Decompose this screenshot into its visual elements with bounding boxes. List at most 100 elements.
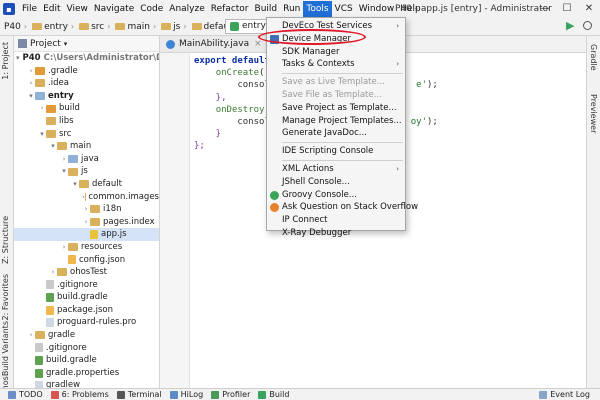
chevron-right-icon[interactable]: › bbox=[27, 329, 35, 342]
tree-item-gradle-properties[interactable]: gradle.properties bbox=[14, 367, 159, 380]
tree-item--gitignore[interactable]: .gitignore bbox=[14, 342, 159, 355]
tree-item-gradlew[interactable]: gradlew bbox=[14, 379, 159, 388]
chevron-right-icon[interactable]: › bbox=[49, 266, 57, 279]
menu-item-groovy-console[interactable]: Groovy Console... bbox=[267, 189, 405, 202]
tree-item-src[interactable]: ▾ src bbox=[14, 128, 159, 141]
menu-item-ide-scripting-console[interactable]: IDE Scripting Console bbox=[267, 145, 405, 158]
status-tab-profiler[interactable]: Profiler bbox=[211, 390, 250, 399]
chevron-down-icon[interactable]: ▾ bbox=[64, 40, 68, 48]
menu-item-ip-connect[interactable]: IP Connect bbox=[267, 214, 405, 227]
tree-item--gitignore[interactable]: .gitignore bbox=[14, 279, 159, 292]
chevron-down-icon[interactable]: ▾ bbox=[38, 128, 46, 141]
breadcrumb-item[interactable]: js › bbox=[161, 22, 189, 32]
menu-file[interactable]: File bbox=[19, 1, 40, 17]
maximize-button[interactable]: ☐ bbox=[556, 0, 578, 18]
menu-edit[interactable]: Edit bbox=[40, 1, 63, 17]
status-tab-todo[interactable]: TODO bbox=[8, 390, 43, 399]
menu-navigate[interactable]: Navigate bbox=[91, 1, 137, 17]
tree-item-java[interactable]: › java bbox=[14, 153, 159, 166]
menu-item-sdk-manager[interactable]: SDK Manager bbox=[267, 46, 405, 59]
event-log-tab[interactable]: Event Log bbox=[539, 390, 590, 399]
folder-icon bbox=[79, 23, 90, 30]
tree-item-main[interactable]: ▾ main bbox=[14, 140, 159, 153]
folder-icon bbox=[161, 23, 172, 30]
chevron-right-icon[interactable]: › bbox=[82, 203, 90, 216]
menu-code[interactable]: Code bbox=[137, 1, 166, 17]
window-controls: — ☐ ✕ bbox=[534, 0, 600, 18]
tree-item-build-gradle[interactable]: build.gradle bbox=[14, 291, 159, 304]
gradle-tool-tab[interactable]: Gradle bbox=[589, 44, 598, 71]
tree-item-label: resources bbox=[81, 241, 123, 252]
breadcrumb-item[interactable]: entry › bbox=[32, 22, 77, 32]
menu-analyze[interactable]: Analyze bbox=[166, 1, 207, 17]
tree-item-libs[interactable]: libs bbox=[14, 115, 159, 128]
menu-item-generate-javadoc[interactable]: Generate JavaDoc... bbox=[267, 127, 405, 140]
tree-item-build-gradle[interactable]: build.gradle bbox=[14, 354, 159, 367]
tree-item-i18n[interactable]: › i18n bbox=[14, 203, 159, 216]
breadcrumb-item[interactable]: P40 › bbox=[4, 22, 30, 32]
status-tab-6-problems[interactable]: 6: Problems bbox=[50, 390, 109, 399]
search-icon[interactable] bbox=[583, 21, 592, 30]
menu-view[interactable]: View bbox=[64, 1, 91, 17]
tree-item-gradle[interactable]: › gradle bbox=[14, 329, 159, 342]
menu-refactor[interactable]: Refactor bbox=[208, 1, 252, 17]
tree-item-build[interactable]: › build bbox=[14, 102, 159, 115]
chevron-right-icon[interactable]: › bbox=[38, 102, 46, 115]
breadcrumb-label: src bbox=[91, 21, 105, 32]
menu-build[interactable]: Build bbox=[252, 1, 281, 17]
tree-item-common-images[interactable]: › common.images bbox=[14, 191, 159, 204]
chevron-down-icon[interactable]: ▾ bbox=[27, 90, 35, 103]
tree-item-proguard-rules-pro[interactable]: proguard-rules.pro bbox=[14, 316, 159, 329]
tree-item-app-js[interactable]: app.js bbox=[14, 228, 159, 241]
menu-tools[interactable]: Tools bbox=[303, 1, 332, 17]
chevron-right-icon: › bbox=[23, 22, 28, 31]
stackoverflow-icon bbox=[270, 203, 279, 213]
project-tool-tab[interactable]: 1: Project bbox=[1, 42, 10, 80]
tree-item-resources[interactable]: › resources bbox=[14, 241, 159, 254]
menu-window[interactable]: Window bbox=[356, 1, 398, 17]
close-button[interactable]: ✕ bbox=[578, 0, 600, 18]
breadcrumb-item[interactable]: main › bbox=[115, 22, 159, 32]
menu-item-tasks-contexts[interactable]: Tasks & Contexts › bbox=[267, 58, 405, 71]
menu-vcs[interactable]: VCS bbox=[332, 1, 356, 17]
chevron-right-icon[interactable]: › bbox=[27, 77, 35, 90]
menu-item-manage-project-templates[interactable]: Manage Project Templates... bbox=[267, 115, 405, 128]
breadcrumb-item[interactable]: src › bbox=[79, 22, 113, 32]
menu-item-jshell-console[interactable]: JShell Console... bbox=[267, 176, 405, 189]
tree-item-ohostest[interactable]: › ohosTest bbox=[14, 266, 159, 279]
tree-item--idea[interactable]: › .idea bbox=[14, 77, 159, 90]
run-icon[interactable]: ▶ bbox=[566, 20, 578, 32]
tree-item--gradle[interactable]: › .gradle bbox=[14, 65, 159, 78]
menu-item-x-ray-debugger[interactable]: X-Ray Debugger bbox=[267, 227, 405, 240]
tree-item-entry[interactable]: ▾ entry bbox=[14, 90, 159, 103]
chevron-down-icon[interactable]: ▾ bbox=[49, 140, 57, 153]
project-tree: ▾P40C:\Users\Administrator\DevEco›.gradl… bbox=[14, 52, 159, 388]
tree-item-config-json[interactable]: config.json bbox=[14, 254, 159, 267]
menu-item-save-project-as-template[interactable]: Save Project as Template... bbox=[267, 102, 405, 115]
favorites-tool-tab[interactable]: 2: Favorites bbox=[1, 274, 10, 320]
chevron-down-icon[interactable]: ▾ bbox=[71, 178, 79, 191]
tree-item-js[interactable]: ▾ js bbox=[14, 165, 159, 178]
menu-item-xml-actions[interactable]: XML Actions › bbox=[267, 163, 405, 176]
chevron-down-icon[interactable]: ▾ bbox=[16, 52, 20, 65]
menu-item-ask-question-on-stack-overflow[interactable]: Ask Question on Stack Overflow bbox=[267, 201, 418, 214]
previewer-tool-tab[interactable]: Previewer bbox=[589, 94, 598, 133]
menu-run[interactable]: Run bbox=[280, 1, 303, 17]
chevron-right-icon[interactable]: › bbox=[27, 65, 35, 78]
chevron-right-icon[interactable]: › bbox=[60, 153, 68, 166]
minimize-button[interactable]: — bbox=[534, 0, 556, 18]
tree-item-default[interactable]: ▾ default bbox=[14, 178, 159, 191]
status-tab-terminal[interactable]: Terminal bbox=[116, 390, 162, 399]
build-variants-tool-tab[interactable]: OhosBuild Variants bbox=[1, 321, 10, 397]
editor-tab[interactable]: MainAbility.java × bbox=[160, 36, 269, 52]
tree-item-p40[interactable]: ▾P40C:\Users\Administrator\DevEco bbox=[14, 52, 159, 65]
status-tab-build[interactable]: Build bbox=[258, 390, 289, 399]
chevron-down-icon[interactable]: ▾ bbox=[60, 165, 68, 178]
structure-tool-tab[interactable]: Z: Structure bbox=[1, 216, 10, 264]
chevron-right-icon[interactable]: › bbox=[82, 216, 90, 229]
tree-item-pages-index[interactable]: › pages.index bbox=[14, 216, 159, 229]
status-tab-hilog[interactable]: HiLog bbox=[169, 390, 203, 399]
project-panel-title[interactable]: Project bbox=[30, 39, 61, 49]
tree-item-package-json[interactable]: package.json bbox=[14, 304, 159, 317]
chevron-right-icon[interactable]: › bbox=[60, 241, 68, 254]
